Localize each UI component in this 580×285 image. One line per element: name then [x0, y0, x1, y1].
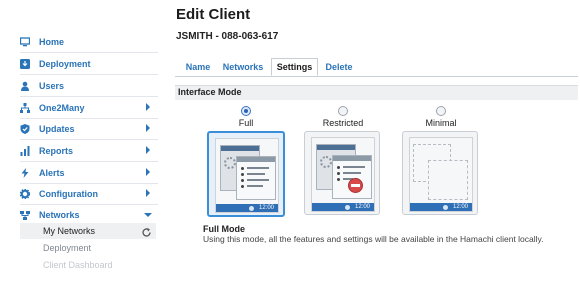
- sidebar-item-alerts[interactable]: Alerts: [20, 162, 158, 183]
- sidebar-item-label: Deployment: [39, 58, 91, 69]
- sidebar-item-users[interactable]: Users: [20, 75, 158, 96]
- tab-bar: Name Networks Settings Delete: [175, 58, 578, 77]
- tab-delete[interactable]: Delete: [320, 58, 358, 76]
- sidebar-subitem-my-networks[interactable]: My Networks: [43, 226, 95, 236]
- mode-card-restricted[interactable]: 12:00: [304, 131, 380, 215]
- sidebar-item-reports[interactable]: Reports: [20, 140, 158, 161]
- tab-name[interactable]: Name: [181, 58, 215, 76]
- tab-settings[interactable]: Settings: [271, 58, 318, 76]
- page-title: Edit Client: [176, 6, 251, 23]
- download-icon: [20, 58, 30, 69]
- restricted-icon: [348, 178, 363, 193]
- sidebar-item-label: Users: [39, 80, 65, 91]
- sidebar-item-label: Updates: [39, 123, 75, 134]
- mode-label-restricted: Restricted: [322, 118, 364, 128]
- sidebar-subitem-deployment[interactable]: Deployment: [43, 243, 91, 253]
- sidebar-item-configuration[interactable]: Configuration: [20, 183, 158, 204]
- network-icon: [20, 210, 30, 220]
- sidebar-item-home[interactable]: Home: [20, 31, 158, 52]
- preview-clock: 12:00: [354, 204, 370, 210]
- gear-icon: [224, 157, 236, 169]
- tab-networks[interactable]: Networks: [217, 58, 269, 76]
- section-title: Interface Mode: [178, 87, 242, 97]
- preview-taskbar: 12:00: [312, 203, 374, 211]
- gear-icon: [20, 188, 30, 199]
- client-name: JSMITH - 088-063-617: [176, 31, 279, 42]
- sidebar-item-one2many[interactable]: One2Many: [20, 97, 158, 118]
- preview-restricted: 12:00: [311, 137, 375, 212]
- bar-chart-icon: [20, 145, 30, 156]
- mode-label-minimal: Minimal: [425, 118, 457, 128]
- preview-hidden-window: [428, 160, 468, 200]
- radio-restricted[interactable]: [338, 106, 348, 116]
- sidebar-item-label: Networks: [39, 209, 80, 220]
- sidebar-item-label: One2Many: [39, 102, 85, 113]
- chevron-right-icon: [146, 124, 150, 132]
- user-icon: [20, 81, 30, 91]
- sidebar-item-label: Alerts: [39, 167, 65, 178]
- gear-icon: [320, 156, 332, 168]
- hamachi-tray-icon: [345, 205, 350, 210]
- preview-full: 12:00: [215, 138, 279, 213]
- preview-taskbar: 12:00: [410, 203, 472, 211]
- mode-description-title: Full Mode: [203, 224, 245, 234]
- refresh-icon[interactable]: [141, 225, 152, 243]
- hamachi-tray-icon: [443, 205, 448, 210]
- sidebar-item-deployment[interactable]: Deployment: [20, 53, 158, 74]
- sidebar-item-label: Configuration: [39, 188, 98, 199]
- section-header: Interface Mode: [175, 85, 578, 100]
- chevron-right-icon: [146, 146, 150, 154]
- preview-settings-window: [236, 156, 276, 200]
- monitor-icon: [20, 36, 30, 47]
- hamachi-tray-icon: [249, 206, 254, 211]
- main-content: Edit Client JSMITH - 088-063-617 Name Ne…: [163, 0, 580, 285]
- mode-card-full[interactable]: 12:00: [207, 131, 285, 217]
- lightning-icon: [20, 167, 30, 178]
- sidebar-item-label: Reports: [39, 145, 74, 156]
- sidebar-item-networks[interactable]: Networks: [20, 204, 158, 225]
- preview-minimal: 12:00: [409, 137, 473, 212]
- chevron-down-icon: [144, 213, 152, 217]
- chevron-right-icon: [146, 189, 150, 197]
- sidebar-item-label: Home: [39, 36, 65, 47]
- mode-card-minimal[interactable]: 12:00: [402, 131, 478, 215]
- chevron-right-icon: [146, 168, 150, 176]
- chevron-right-icon: [146, 103, 150, 111]
- mode-label-full: Full: [238, 118, 254, 128]
- sidebar-subitem-client-dashboard[interactable]: Client Dashboard: [43, 260, 113, 270]
- radio-minimal[interactable]: [436, 106, 446, 116]
- sidebar-item-updates[interactable]: Updates: [20, 118, 158, 139]
- shield-icon: [20, 123, 30, 134]
- preview-clock: 12:00: [452, 204, 468, 210]
- sidebar: Home Deployment Users One2Many Updates R…: [0, 0, 163, 285]
- preview-clock: 12:00: [258, 205, 274, 211]
- radio-full[interactable]: [241, 106, 251, 116]
- mode-description-text: Using this mode, all the features and se…: [203, 234, 544, 244]
- preview-taskbar: 12:00: [216, 204, 278, 212]
- hierarchy-icon: [20, 102, 30, 113]
